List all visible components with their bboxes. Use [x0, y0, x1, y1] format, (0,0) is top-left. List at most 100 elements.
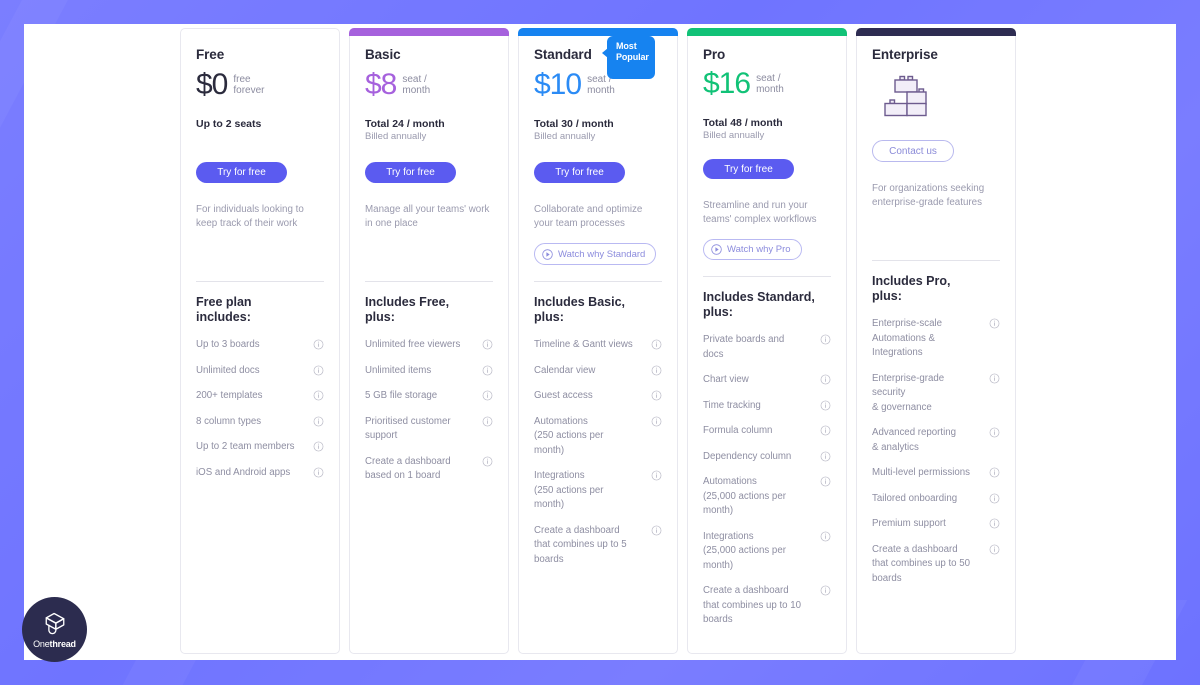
feature-row: Create a dashboard that combines up to 1… [703, 584, 831, 628]
info-icon[interactable] [313, 416, 324, 427]
info-icon[interactable] [989, 318, 1000, 329]
pricing-plan-list: Free $0 free forever Up to 2 seats Try f… [180, 28, 1016, 654]
play-circle-icon [711, 244, 722, 256]
info-icon[interactable] [989, 544, 1000, 555]
feature-row: Enterprise-grade security & governance [872, 372, 1000, 416]
info-icon[interactable] [313, 365, 324, 376]
plan-name-free: Free [196, 47, 225, 62]
feature-label: Automations (250 actions per month) [534, 415, 604, 456]
feature-row: Advanced reporting & analytics [872, 426, 1000, 455]
plan-description-free: For individuals looking to keep track of… [196, 204, 304, 229]
feature-row: 5 GB file storage [365, 389, 493, 404]
plan-meta-basic: Total 24 / month Billed annually [365, 118, 493, 150]
info-icon[interactable] [989, 467, 1000, 478]
feature-row: Dependency column [703, 450, 831, 465]
info-icon[interactable] [820, 374, 831, 385]
info-icon[interactable] [820, 531, 831, 542]
info-icon[interactable] [482, 456, 493, 467]
pricing-card-enterprise[interactable]: Enterprise Contact us For organizations … [856, 28, 1016, 654]
plan-billed-basic: Billed annually [365, 131, 427, 142]
contact-us-button[interactable]: Contact us [872, 140, 954, 162]
info-icon[interactable] [820, 451, 831, 462]
watch-why-pro-button[interactable]: Watch why Pro [703, 239, 802, 261]
play-circle-icon [542, 248, 553, 260]
plan-description-basic: Manage all your teams' work in one place [365, 204, 490, 229]
feature-label: Premium support [872, 518, 946, 529]
feature-row: Unlimited docs [196, 364, 324, 379]
logo-wordmark: Onethread [33, 639, 76, 649]
try-for-free-button-free[interactable]: Try for free [196, 162, 287, 183]
plan-billed-pro: Billed annually [703, 129, 765, 141]
info-icon[interactable] [651, 416, 662, 427]
plan-seats-free: Up to 2 seats [196, 118, 262, 130]
plan-name-basic: Basic [365, 47, 401, 62]
feature-list-pro: Private boards and docs Chart view Time tr… [703, 333, 831, 639]
info-icon[interactable] [989, 427, 1000, 438]
info-icon[interactable] [651, 365, 662, 376]
info-icon[interactable] [989, 373, 1000, 384]
feature-row: Create a dashboard that combines up to 5… [872, 543, 1000, 587]
try-for-free-button-basic[interactable]: Try for free [365, 162, 456, 183]
info-icon[interactable] [820, 585, 831, 596]
info-icon[interactable] [313, 390, 324, 401]
plan-name-enterprise: Enterprise [872, 47, 938, 62]
pricing-canvas: Free $0 free forever Up to 2 seats Try f… [24, 24, 1176, 660]
pricing-card-pro[interactable]: Pro $16 seat / month Total 48 / month Bi… [687, 28, 847, 654]
accent-bar-standard [518, 28, 678, 36]
try-for-free-button-pro[interactable]: Try for free [703, 159, 794, 180]
thread-spool-icon [45, 612, 64, 635]
info-icon[interactable] [482, 365, 493, 376]
try-for-free-button-standard[interactable]: Try for free [534, 162, 625, 183]
feature-label: Private boards and docs [703, 334, 785, 360]
info-icon[interactable] [820, 334, 831, 345]
plan-name-pro: Pro [703, 47, 726, 62]
plan-price-free: $0 [196, 68, 228, 101]
plan-description-enterprise: For organizations seeking enterprise-gra… [872, 183, 985, 208]
feature-label: 5 GB file storage [365, 390, 438, 401]
feature-label: Guest access [534, 390, 593, 401]
feature-row: 200+ templates [196, 389, 324, 404]
plan-price-unit-basic: seat / month [402, 74, 431, 96]
info-icon[interactable] [482, 416, 493, 427]
feature-row: Automations (250 actions per month) [534, 415, 662, 459]
feature-label: Tailored onboarding [872, 492, 958, 504]
info-icon[interactable] [820, 400, 831, 411]
includes-title-standard: Includes Basic, plus: [534, 295, 626, 324]
feature-label: Integrations (25,000 actions per month) [703, 530, 786, 571]
info-icon[interactable] [313, 467, 324, 478]
info-icon[interactable] [989, 518, 1000, 529]
info-icon[interactable] [651, 470, 662, 481]
info-icon[interactable] [651, 525, 662, 536]
pricing-card-basic[interactable]: Basic $8 seat / month Total 24 / month B… [349, 28, 509, 654]
feature-label: Create a dashboard that combines up to 5… [872, 543, 971, 584]
feature-label: Enterprise-grade security & governance [872, 372, 945, 413]
feature-label: Prioritised customer support [365, 415, 451, 442]
onethread-logo[interactable]: Onethread [22, 597, 87, 662]
info-icon[interactable] [482, 390, 493, 401]
feature-label: Up to 3 boards [196, 339, 260, 350]
watch-why-standard-button[interactable]: Watch why Standard [534, 243, 657, 265]
info-icon[interactable] [989, 493, 1000, 504]
most-popular-badge-label: Most Popular [602, 36, 655, 79]
plan-price-unit-pro: seat / month [756, 73, 784, 96]
info-icon[interactable] [820, 476, 831, 487]
feature-label: Advanced reporting & analytics [872, 427, 957, 453]
info-icon[interactable] [820, 425, 831, 436]
info-icon[interactable] [313, 441, 324, 452]
feature-row: Premium support [872, 517, 1000, 532]
feature-row: Integrations (25,000 actions per month) [703, 530, 831, 574]
feature-label: Unlimited items [365, 364, 432, 376]
feature-row: Enterprise-scale Automations & Integrati… [872, 317, 1000, 361]
divider [534, 281, 662, 282]
info-icon[interactable] [313, 339, 324, 350]
feature-row: Formula column [703, 424, 831, 439]
feature-label: Enterprise-scale Automations & Integrati… [872, 318, 942, 358]
plan-name-standard: Standard Most Popular [534, 36, 662, 79]
price-row-free: $0 free forever [196, 68, 324, 102]
pricing-card-free[interactable]: Free $0 free forever Up to 2 seats Try f… [180, 28, 340, 654]
info-icon[interactable] [482, 339, 493, 350]
pricing-card-standard[interactable]: Standard Most Popular $10 seat / month T… [518, 28, 678, 654]
feature-label: Chart view [703, 374, 749, 386]
info-icon[interactable] [651, 390, 662, 401]
info-icon[interactable] [651, 339, 662, 350]
